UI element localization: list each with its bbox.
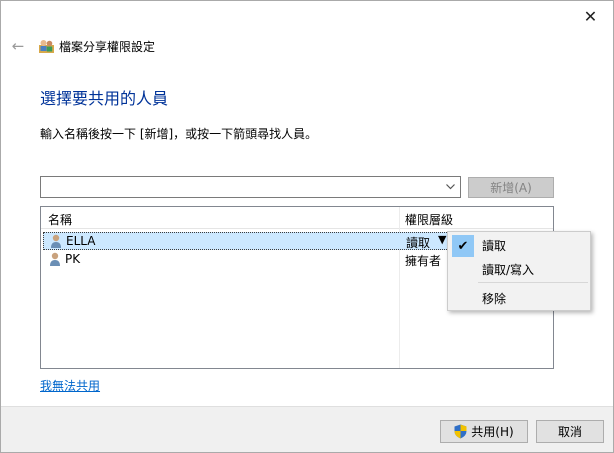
- menu-item-read[interactable]: ✔ 讀取: [450, 233, 588, 257]
- user-icon: [50, 252, 60, 266]
- menu-item-label: 移除: [482, 292, 507, 306]
- share-button[interactable]: 共用(H): [440, 420, 528, 443]
- user-combo-box[interactable]: [40, 176, 461, 198]
- menu-separator: [478, 282, 588, 283]
- checkmark-icon: ✔: [452, 235, 474, 257]
- cancel-button[interactable]: 取消: [536, 420, 604, 443]
- dialog-title: 檔案分享權限設定: [59, 40, 156, 54]
- dropdown-arrow-icon[interactable]: ▼: [438, 233, 446, 246]
- user-name: ELLA: [66, 234, 96, 248]
- permission-level[interactable]: 讀取: [406, 234, 430, 251]
- chevron-down-icon: [445, 184, 455, 190]
- user-icon: [51, 234, 61, 248]
- share-users-icon: [39, 40, 54, 53]
- column-header-permission[interactable]: 權限層級: [405, 211, 453, 228]
- menu-item-label: 讀取/寫入: [482, 263, 535, 277]
- permission-level: 擁有者: [405, 254, 442, 268]
- close-button[interactable]: ✕: [568, 1, 613, 31]
- permission-menu: ✔ 讀取 讀取/寫入 移除: [447, 231, 591, 311]
- back-button[interactable]: ←: [9, 37, 27, 55]
- dialog-footer: 共用(H) 取消: [1, 406, 613, 452]
- cannot-share-link[interactable]: 我無法共用: [40, 377, 100, 394]
- back-arrow-icon: ←: [11, 37, 25, 55]
- menu-item-read-write[interactable]: 讀取/寫入: [450, 257, 588, 279]
- menu-item-label: 讀取: [482, 239, 507, 253]
- page-heading: 選擇要共用的人員: [40, 89, 169, 108]
- share-dialog: ✕ ← 檔案分享權限設定 選擇要共用的人員 輸入名稱後按一下 [新增]，或按一下…: [0, 0, 614, 453]
- combo-dropdown-button[interactable]: [440, 177, 460, 197]
- instruction-text: 輸入名稱後按一下 [新增]，或按一下箭頭尋找人員。: [40, 127, 318, 141]
- share-button-label: 共用(H): [471, 425, 514, 439]
- menu-item-remove[interactable]: 移除: [450, 286, 588, 308]
- uac-shield-icon: [454, 424, 467, 439]
- user-name: PK: [65, 252, 81, 266]
- add-button[interactable]: 新增(A): [468, 177, 554, 198]
- list-header: 名稱 權限層級: [41, 207, 553, 229]
- close-icon: ✕: [583, 6, 598, 26]
- column-header-name[interactable]: 名稱: [48, 211, 72, 228]
- user-name-input[interactable]: [41, 177, 437, 197]
